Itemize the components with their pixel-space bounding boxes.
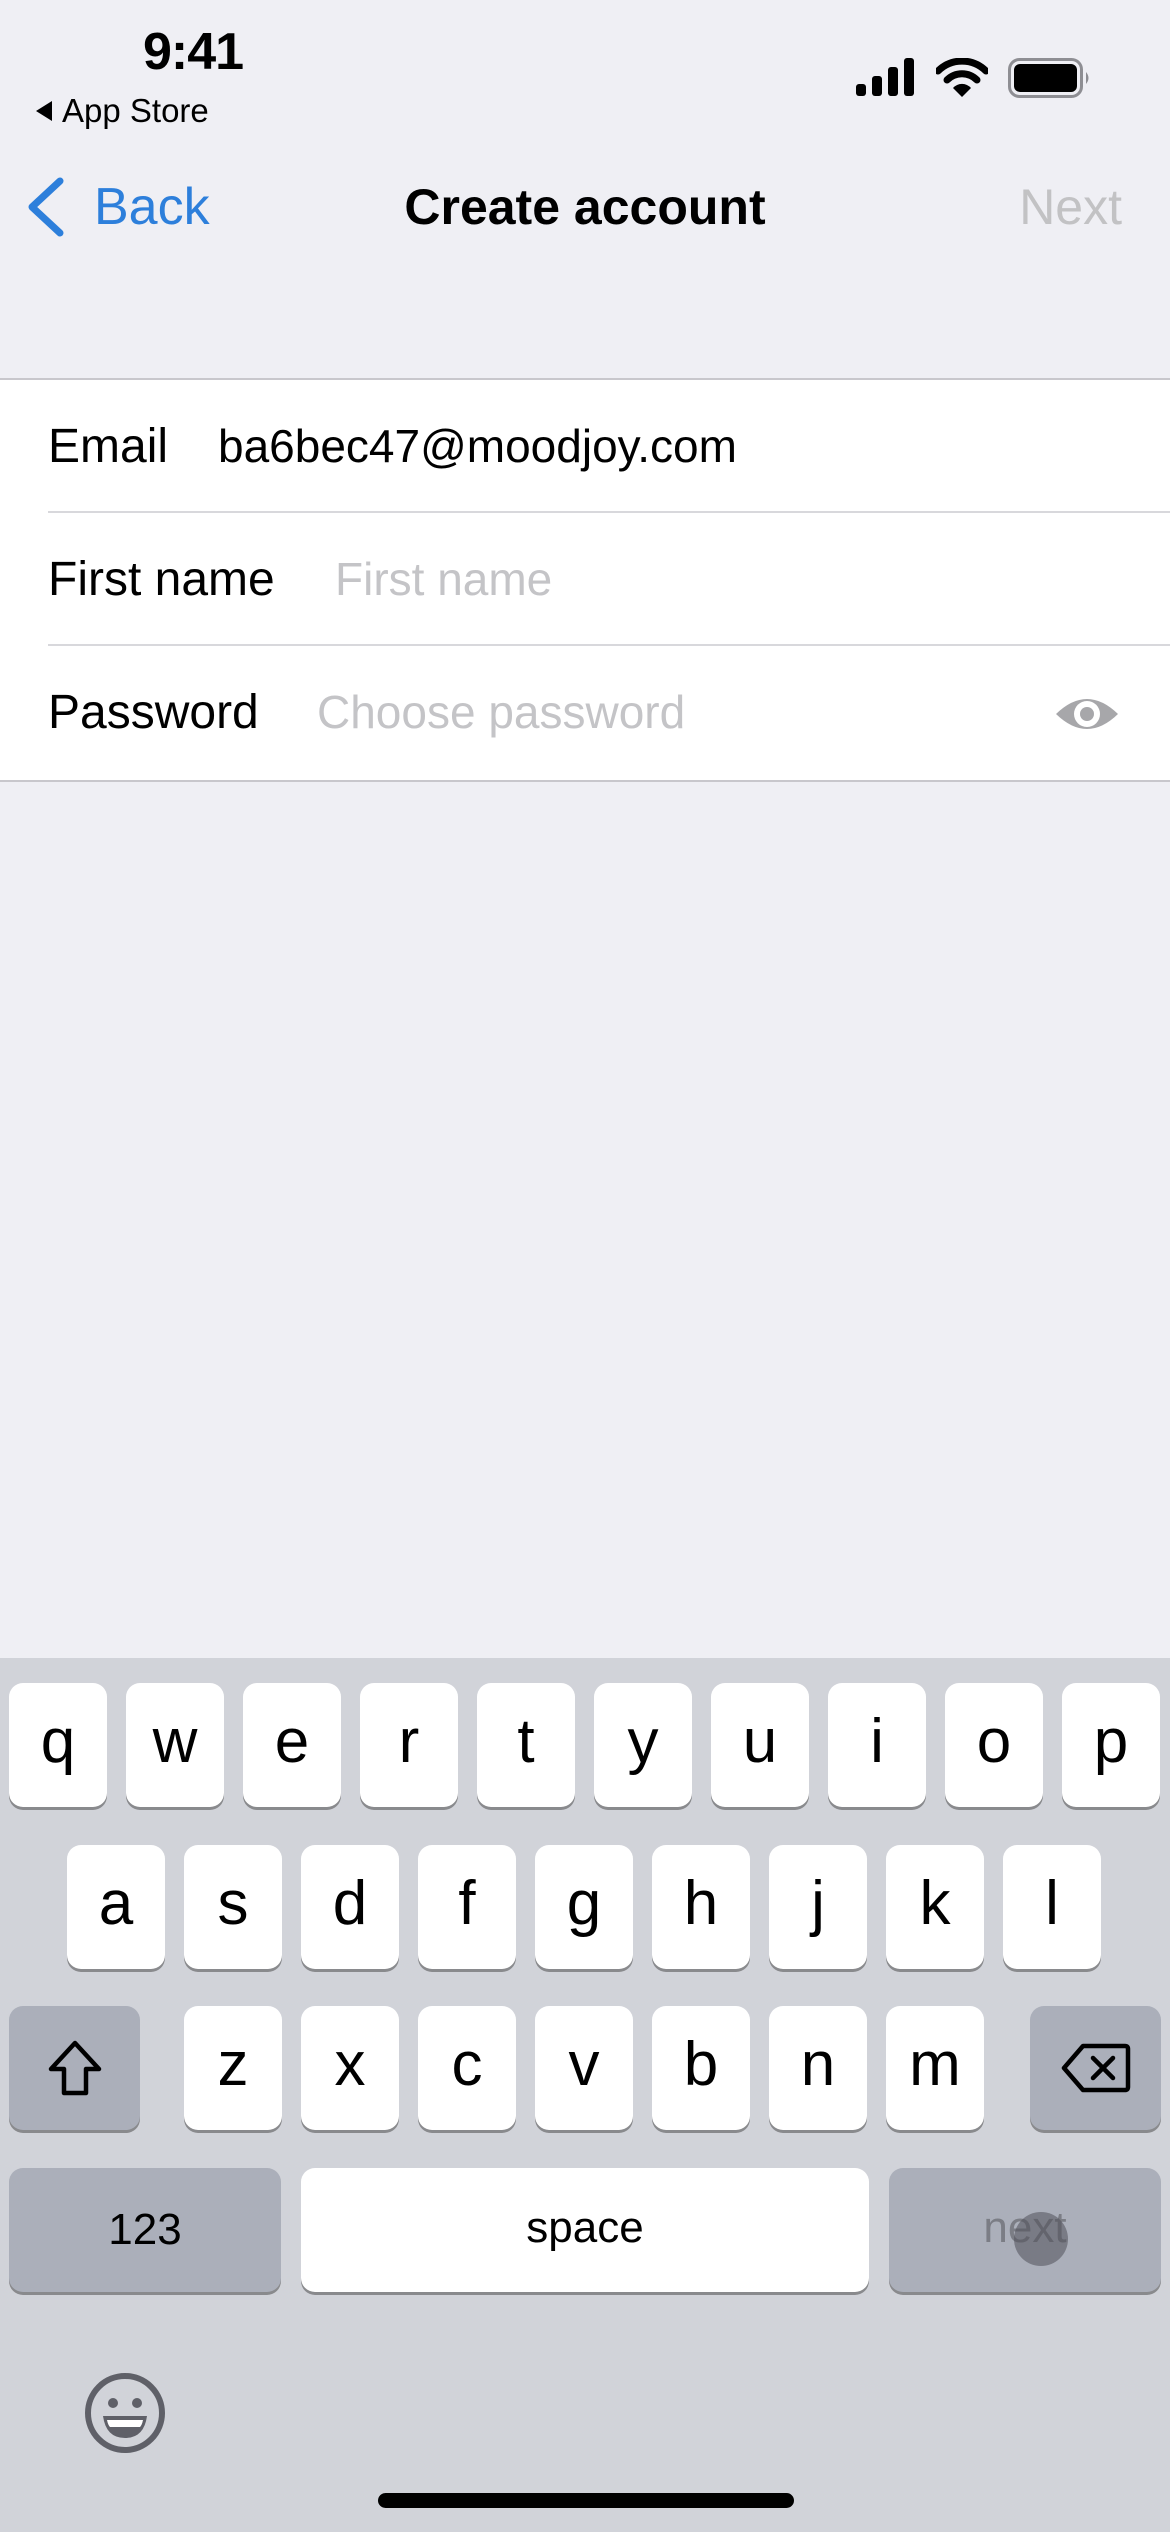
key-label: k (919, 1868, 951, 1938)
key-label: e (274, 1706, 310, 1776)
touch-indicator (1014, 2212, 1068, 2266)
key-n[interactable]: n (769, 2006, 867, 2130)
key-i[interactable]: i (828, 1683, 926, 1807)
key-d[interactable]: d (301, 1845, 399, 1969)
first-name-label: First name (48, 553, 275, 606)
key-label: y (627, 1706, 659, 1776)
numbers-key[interactable]: 123 (9, 2168, 281, 2292)
space-key-label: space (526, 2203, 644, 2252)
home-indicator (378, 2493, 794, 2508)
key-label: o (976, 1706, 1012, 1776)
key-t[interactable]: t (477, 1683, 575, 1807)
numbers-key-label: 123 (108, 2205, 182, 2254)
key-label: w (152, 1706, 198, 1776)
key-q[interactable]: q (9, 1683, 107, 1807)
status-time: 9:41 (142, 23, 244, 81)
key-y[interactable]: y (594, 1683, 692, 1807)
first-name-row: First name (0, 513, 1170, 646)
key-label: n (800, 2029, 836, 2099)
email-field[interactable] (218, 380, 818, 513)
key-label: l (1045, 1868, 1059, 1938)
key-s[interactable]: s (184, 1845, 282, 1969)
key-w[interactable]: w (126, 1683, 224, 1807)
shift-key[interactable] (9, 2006, 140, 2130)
next-button[interactable]: Next (1019, 178, 1122, 236)
password-label: Password (48, 686, 259, 739)
key-z[interactable]: z (184, 2006, 282, 2130)
emoji-icon[interactable] (84, 2372, 166, 2454)
cellular-signal-icon (856, 58, 914, 96)
key-label: v (568, 2029, 600, 2099)
delete-backward-icon (1061, 2043, 1130, 2093)
key-o[interactable]: o (945, 1683, 1043, 1807)
key-label: t (517, 1706, 535, 1776)
key-label: a (98, 1868, 134, 1938)
key-h[interactable]: h (652, 1845, 750, 1969)
key-a[interactable]: a (67, 1845, 165, 1969)
space-key[interactable]: space (301, 2168, 869, 2292)
shift-icon (48, 2040, 101, 2096)
email-label: Email (48, 420, 169, 473)
key-label: z (217, 2029, 249, 2099)
key-v[interactable]: v (535, 2006, 633, 2130)
key-j[interactable]: j (769, 1845, 867, 1969)
key-label: p (1093, 1706, 1129, 1776)
back-to-app-link[interactable]: App Store (36, 92, 209, 130)
account-form: Email First name Password (0, 378, 1170, 782)
key-label: f (458, 1868, 476, 1938)
key-u[interactable]: u (711, 1683, 809, 1807)
key-label: u (742, 1706, 778, 1776)
key-label: c (451, 2029, 483, 2099)
key-label: d (332, 1868, 368, 1938)
key-label: x (334, 2029, 366, 2099)
key-label: i (870, 1706, 884, 1776)
back-triangle-icon (36, 101, 52, 121)
wifi-icon (936, 58, 988, 97)
key-label: g (566, 1868, 602, 1938)
key-r[interactable]: r (360, 1683, 458, 1807)
key-l[interactable]: l (1003, 1845, 1101, 1969)
key-e[interactable]: e (243, 1683, 341, 1807)
eye-icon[interactable] (1054, 692, 1120, 736)
key-label: m (909, 2029, 961, 2099)
key-f[interactable]: f (418, 1845, 516, 1969)
key-m[interactable]: m (886, 2006, 984, 2130)
key-x[interactable]: x (301, 2006, 399, 2130)
key-g[interactable]: g (535, 1845, 633, 1969)
key-label: s (217, 1868, 249, 1938)
key-label: r (398, 1706, 420, 1776)
battery-icon (1008, 58, 1089, 98)
key-label: b (683, 2029, 719, 2099)
page-title: Create account (404, 179, 766, 235)
key-label: h (683, 1868, 719, 1938)
back-app-label: App Store (62, 92, 209, 129)
password-field[interactable] (317, 646, 917, 779)
key-k[interactable]: k (886, 1845, 984, 1969)
email-row: Email (0, 380, 1170, 513)
first-name-field[interactable] (335, 513, 935, 646)
key-p[interactable]: p (1062, 1683, 1160, 1807)
key-b[interactable]: b (652, 2006, 750, 2130)
key-label: q (40, 1706, 76, 1776)
delete-key[interactable] (1030, 2006, 1161, 2130)
password-row: Password (0, 646, 1170, 779)
key-c[interactable]: c (418, 2006, 516, 2130)
key-label: j (811, 1868, 825, 1938)
